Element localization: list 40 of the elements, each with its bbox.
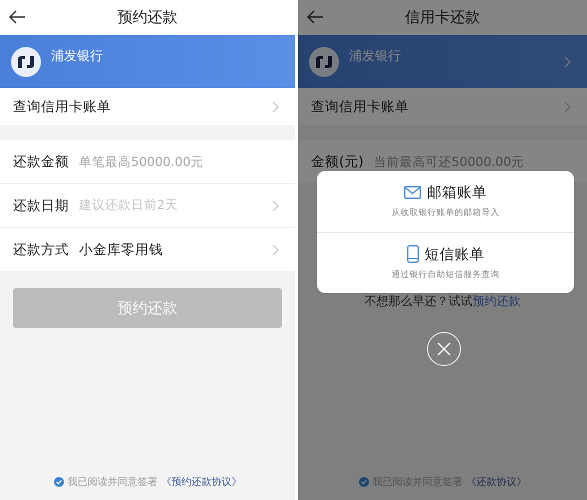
close-icon <box>437 342 451 356</box>
phone-icon <box>406 245 418 264</box>
agreement-text: 我已阅读并同意签署 <box>68 476 158 489</box>
field-label: 还款日期 <box>13 196 69 214</box>
amount-input[interactable]: 单笔最高50000.00元 <box>79 154 279 169</box>
field-label: 还款金额 <box>13 152 69 170</box>
select-value[interactable]: 小金库零用钱 <box>79 240 262 258</box>
option-title: 邮箱账单 <box>427 184 487 202</box>
back-arrow-icon[interactable] <box>8 10 26 24</box>
bank-card-banner[interactable]: 浦发银行 <box>0 35 295 88</box>
bank-name: 浦发银行 <box>349 48 402 65</box>
query-bill-row[interactable]: 查询信用卡账单 <box>298 88 587 125</box>
close-button[interactable] <box>427 332 461 366</box>
chevron-icon <box>272 100 279 112</box>
checkbox[interactable] <box>54 477 64 487</box>
bank-logo-icon <box>309 46 339 76</box>
agreement-link[interactable]: 《预约还款协议》 <box>162 475 242 489</box>
option-subtitle: 通过银行自助短信服务查询 <box>392 268 500 281</box>
field-label: 还款方式 <box>13 240 69 258</box>
reserve-link[interactable]: 预约还款 <box>472 294 520 308</box>
amount-input[interactable]: 当前最高可还50000.00元 <box>374 154 571 169</box>
bank-name: 浦发银行 <box>51 48 104 65</box>
envelope-icon <box>404 186 421 200</box>
chevron-icon <box>564 56 571 68</box>
chevron-icon <box>272 200 279 212</box>
field-label: 金额(元) <box>311 152 364 170</box>
option-subtitle: 从收取银行账单的邮箱导入 <box>392 207 500 220</box>
screen-title: 预约还款 <box>118 8 178 27</box>
checkbox[interactable] <box>358 477 368 487</box>
bank-logo-icon <box>11 46 41 76</box>
screen-title: 信用卡还款 <box>405 8 480 27</box>
chevron-icon <box>272 244 279 256</box>
bank-card-banner[interactable]: 浦发银行 <box>298 35 587 88</box>
bill-option[interactable]: 短信账单 通过银行自助短信服务查询 <box>317 232 574 293</box>
agreement-link[interactable]: 《还款协议》 <box>466 475 526 489</box>
option-title: 短信账单 <box>424 246 484 264</box>
hint-text: 不想那么早还？试试预约还款 <box>364 293 522 310</box>
query-bill-row[interactable]: 查询信用卡账单 <box>0 88 295 125</box>
chevron-icon <box>564 100 571 112</box>
bill-option[interactable]: 邮箱账单 从收取银行账单的邮箱导入 <box>317 171 574 232</box>
